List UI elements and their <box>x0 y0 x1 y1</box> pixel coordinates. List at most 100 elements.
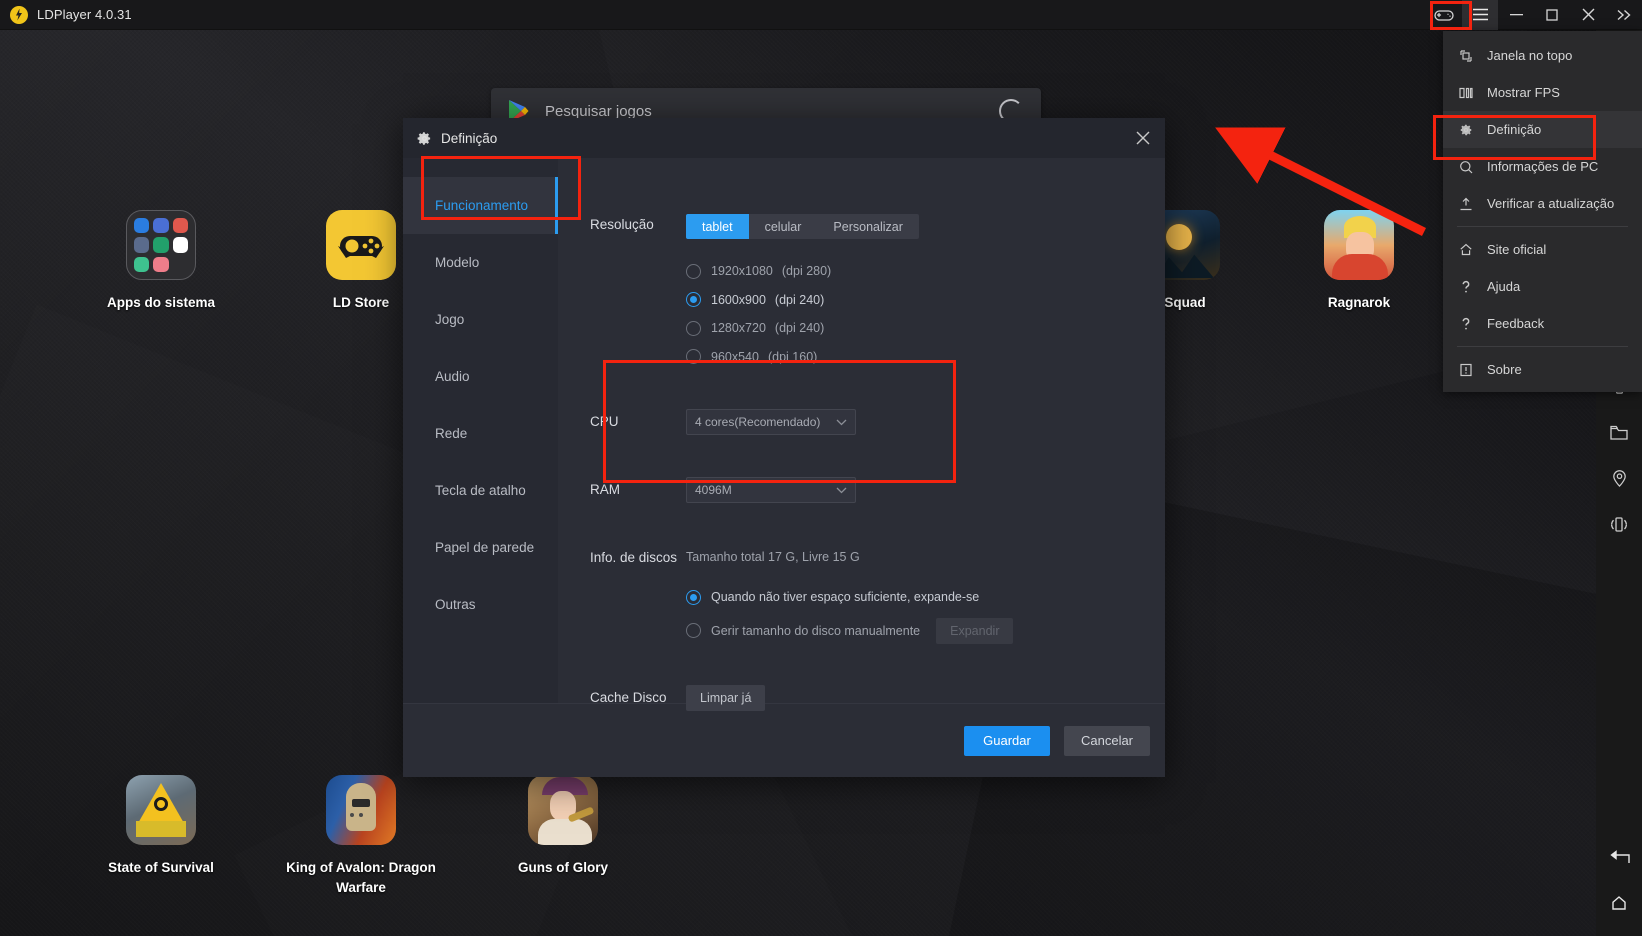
radio-label: 1280x720 <box>711 321 766 335</box>
menu-item-sobre[interactable]: Sobre <box>1443 351 1642 388</box>
radio-label: 1600x900 <box>711 293 766 307</box>
tab-celular[interactable]: celular <box>749 214 818 239</box>
ld-store-gamepad-icon <box>326 210 396 280</box>
rotate-screen-icon[interactable] <box>1596 501 1642 547</box>
radio-circle-icon <box>686 349 701 364</box>
expand-disk-button[interactable]: Expandir <box>936 618 1013 644</box>
settings-sidebar: Funcionamento Modelo Jogo Audio Rede Tec… <box>403 158 558 703</box>
settings-dialog: Definição Funcionamento Modelo Jogo Audi… <box>403 118 1165 777</box>
radio-circle-icon <box>686 590 701 605</box>
menu-item-site-oficial[interactable]: Site oficial <box>1443 231 1642 268</box>
sidebar-item-funcionamento[interactable]: Funcionamento <box>403 177 558 234</box>
disk-summary: Tamanho total 17 G, Livre 15 G <box>686 547 1165 567</box>
radio-dpi: (dpi 240) <box>775 321 824 335</box>
home-icon <box>1459 243 1481 256</box>
guns-of-glory-icon <box>528 775 598 845</box>
radio-1280x720[interactable]: 1280x720 (dpi 240) <box>686 314 1165 343</box>
resolution-options: 1920x1080 (dpi 280) 1600x900 (dpi 240) 1… <box>686 257 1165 371</box>
menu-item-label: Verificar a atualização <box>1487 196 1614 211</box>
list-item-label: Apps do sistema <box>61 293 261 313</box>
disk-info-label: Info. de discos <box>558 547 686 569</box>
home-circle-icon[interactable] <box>1596 880 1642 926</box>
menu-item-verificar-a-atualizacao[interactable]: Verificar a atualização <box>1443 185 1642 222</box>
list-item[interactable]: King of Avalon: Dragon Warfare <box>261 775 461 897</box>
info-box-icon <box>1459 363 1481 377</box>
sidebar-item-label: Tecla de atalho <box>435 483 526 498</box>
dialog-title: Definição <box>441 131 497 146</box>
menu-item-definicao[interactable]: Definição <box>1443 111 1642 148</box>
close-icon[interactable] <box>1570 0 1606 30</box>
cpu-label: CPU <box>558 411 686 433</box>
sidebar-item-rede[interactable]: Rede <box>403 405 558 462</box>
menu-item-feedback[interactable]: Feedback <box>1443 305 1642 342</box>
menu-item-label: Feedback <box>1487 316 1544 331</box>
save-button[interactable]: Guardar <box>964 726 1050 756</box>
radio-1600x900[interactable]: 1600x900 (dpi 240) <box>686 286 1165 315</box>
menu-item-informacoes-de-pc[interactable]: Informações de PC <box>1443 148 1642 185</box>
ram-label: RAM <box>558 479 686 501</box>
minimize-icon[interactable] <box>1498 0 1534 30</box>
sidebar-item-label: Modelo <box>435 255 479 270</box>
list-item[interactable]: Guns of Glory <box>463 775 663 878</box>
radio-dpi: (dpi 240) <box>775 293 824 307</box>
sidebar-item-audio[interactable]: Audio <box>403 348 558 405</box>
cpu-select-value: 4 cores(Recomendado) <box>695 415 820 429</box>
system-apps-folder-icon <box>126 210 196 280</box>
menu-item-ajuda[interactable]: Ajuda <box>1443 268 1642 305</box>
radio-manual-disk[interactable]: Gerir tamanho do disco manualmente Expan… <box>686 617 1165 646</box>
cache-disk-label: Cache Disco <box>558 687 686 709</box>
menu-item-mostrar-fps[interactable]: Mostrar FPS <box>1443 74 1642 111</box>
list-item[interactable]: Ragnarok <box>1259 210 1459 313</box>
tab-personalizar[interactable]: Personalizar <box>817 214 918 239</box>
menu-item-label: Sobre <box>1487 362 1522 377</box>
tab-tablet[interactable]: tablet <box>686 214 749 239</box>
dialog-footer: Guardar Cancelar <box>403 703 1165 777</box>
radio-circle-icon <box>686 321 701 336</box>
settings-panel-funcionamento: Resolução tablet celular Personalizar 19… <box>558 158 1165 703</box>
list-item[interactable]: State of Survival <box>61 775 261 878</box>
chevron-down-icon <box>836 483 847 497</box>
sidebar-item-jogo[interactable]: Jogo <box>403 291 558 348</box>
maximize-icon[interactable] <box>1534 0 1570 30</box>
shared-folder-icon[interactable] <box>1596 409 1642 455</box>
clear-cache-button[interactable]: Limpar já <box>686 685 765 711</box>
sidebar-item-outras[interactable]: Outras <box>403 576 558 633</box>
radio-1920x1080[interactable]: 1920x1080 (dpi 280) <box>686 257 1165 286</box>
menu-item-janela-no-topo[interactable]: Janela no topo <box>1443 37 1642 74</box>
ldplayer-logo-icon <box>10 6 28 24</box>
radio-auto-expand-disk[interactable]: Quando não tiver espaço suficiente, expa… <box>686 583 1165 612</box>
resolution-mode-tabs[interactable]: tablet celular Personalizar <box>686 214 919 239</box>
location-pin-icon[interactable] <box>1596 455 1642 501</box>
double-chevron-right-icon[interactable] <box>1606 0 1642 30</box>
ram-select[interactable]: 4096M <box>686 477 856 503</box>
list-item-label: King of Avalon: Dragon Warfare <box>261 858 461 897</box>
sidebar-item-label: Audio <box>435 369 470 384</box>
sidebar-item-tecla-de-atalho[interactable]: Tecla de atalho <box>403 462 558 519</box>
window-titlebar: LDPlayer 4.0.31 <box>0 0 1642 30</box>
radio-label: 960x540 <box>711 350 759 364</box>
radio-circle-icon <box>686 623 701 638</box>
menu-separator <box>1457 346 1628 347</box>
list-item[interactable]: Apps do sistema <box>61 210 261 313</box>
gamepad-icon[interactable] <box>1426 0 1462 30</box>
main-menu: Janela no topo Mostrar FPS Definição Inf… <box>1443 31 1642 392</box>
dialog-body: Funcionamento Modelo Jogo Audio Rede Tec… <box>403 158 1165 703</box>
cpu-select[interactable]: 4 cores(Recomendado) <box>686 409 856 435</box>
resolution-label: Resolução <box>558 214 686 236</box>
hamburger-menu-icon[interactable] <box>1462 0 1498 30</box>
close-icon[interactable] <box>1121 118 1165 158</box>
sidebar-item-papel-de-parede[interactable]: Papel de parede <box>403 519 558 576</box>
back-arrow-icon[interactable] <box>1596 834 1642 880</box>
sidebar-item-label: Papel de parede <box>435 540 534 555</box>
menu-item-label: Ajuda <box>1487 279 1520 294</box>
radio-label: Quando não tiver espaço suficiente, expa… <box>711 590 979 604</box>
resolution-row: Resolução tablet celular Personalizar 19… <box>558 214 1165 371</box>
sidebar-item-label: Funcionamento <box>435 198 528 213</box>
question-mark-icon <box>1459 317 1481 331</box>
cancel-button[interactable]: Cancelar <box>1064 726 1150 756</box>
menu-item-label: Informações de PC <box>1487 159 1598 174</box>
sidebar-item-modelo[interactable]: Modelo <box>403 234 558 291</box>
radio-960x540[interactable]: 960x540 (dpi 160) <box>686 343 1165 372</box>
menu-separator <box>1457 226 1628 227</box>
sidebar-item-label: Jogo <box>435 312 464 327</box>
